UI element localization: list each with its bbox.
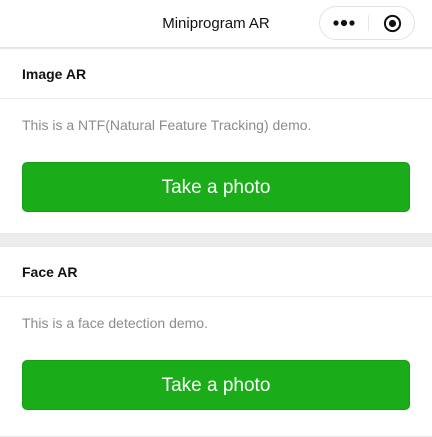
card-description: This is a face detection demo. bbox=[22, 315, 208, 331]
card-header: Face AR bbox=[0, 247, 432, 297]
capsule-divider bbox=[368, 15, 369, 31]
menu-capsule bbox=[319, 6, 415, 40]
target-circle-icon[interactable] bbox=[383, 14, 402, 33]
miniprogram-page: Miniprogram AR Image AR This is a NTF(Na… bbox=[0, 0, 432, 437]
face-ar-card: Face AR This is a face detection demo. T… bbox=[0, 246, 432, 437]
take-photo-button[interactable]: Take a photo bbox=[22, 162, 410, 212]
take-photo-button[interactable]: Take a photo bbox=[22, 360, 410, 410]
card-title: Face AR bbox=[22, 264, 78, 280]
navigation-bar: Miniprogram AR bbox=[0, 0, 432, 48]
more-dots-icon[interactable] bbox=[331, 15, 357, 31]
card-header: Image AR bbox=[0, 49, 432, 99]
image-ar-card: Image AR This is a NTF(Natural Feature T… bbox=[0, 48, 432, 234]
card-description: This is a NTF(Natural Feature Tracking) … bbox=[22, 117, 312, 133]
card-title: Image AR bbox=[22, 66, 87, 82]
